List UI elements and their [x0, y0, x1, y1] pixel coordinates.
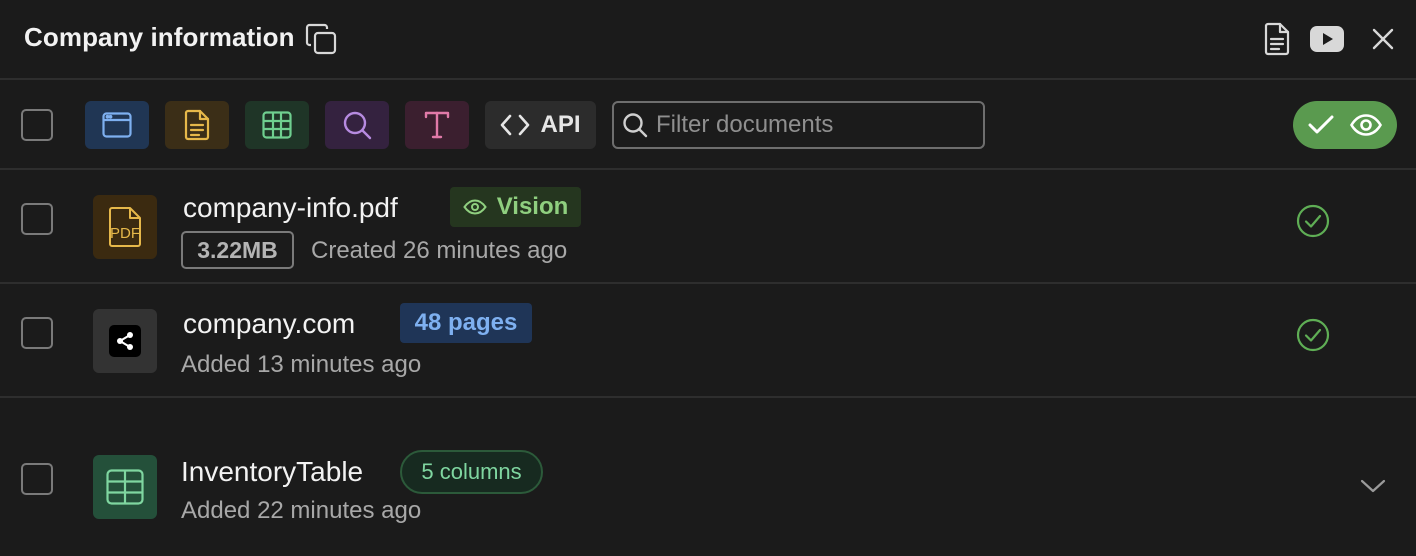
list-item[interactable]: company.com 48 pages Added 13 minutes ag…	[0, 284, 1416, 398]
vision-badge: Vision	[450, 187, 581, 227]
pdf-label: PDF	[110, 225, 140, 242]
close-button[interactable]	[1368, 24, 1398, 54]
list-item[interactable]: InventoryTable 5 columns Added 22 minute…	[0, 398, 1416, 556]
filter-search[interactable]	[612, 101, 985, 149]
video-tutorial-button[interactable]	[1308, 22, 1346, 56]
table-icon	[262, 111, 292, 139]
document-name: InventoryTable	[181, 456, 364, 487]
processed-check-icon	[1296, 204, 1330, 243]
pdf-file-icon: PDF	[93, 195, 157, 259]
processed-check-icon	[1296, 318, 1330, 357]
toolbar: API	[0, 80, 1416, 170]
share-icon	[117, 332, 133, 350]
youtube-icon	[1310, 26, 1344, 52]
add-text-button[interactable]	[405, 101, 469, 149]
document-name: company.com	[183, 308, 356, 339]
api-button[interactable]: API	[485, 101, 596, 149]
filter-documents-input[interactable]	[656, 111, 956, 139]
added-timestamp: Added 22 minutes ago	[181, 497, 422, 524]
search-icon	[343, 111, 372, 140]
eye-icon	[1350, 114, 1382, 136]
pages-badge: 48 pages	[400, 303, 532, 343]
list-item[interactable]: PDF company-info.pdf Vision 3.22MB Creat…	[0, 170, 1416, 284]
panel-header: Company information	[0, 0, 1416, 80]
check-icon	[1308, 115, 1334, 134]
document-icon	[1264, 22, 1290, 56]
row-checkbox[interactable]	[21, 203, 53, 235]
columns-badge: 5 columns	[400, 450, 543, 494]
website-file-icon	[93, 309, 157, 373]
close-icon	[1372, 28, 1394, 50]
add-table-button[interactable]	[245, 101, 309, 149]
file-size-badge: 3.22MB	[181, 231, 294, 269]
copy-button[interactable]	[304, 22, 338, 56]
created-timestamp: Created 26 minutes ago	[311, 237, 568, 264]
copy-icon	[305, 23, 337, 55]
browser-window-icon	[102, 112, 132, 138]
table-file-icon	[93, 455, 157, 519]
panel-title: Company information	[24, 22, 295, 52]
eye-icon	[462, 199, 487, 215]
api-label: API	[540, 111, 581, 138]
document-name: company-info.pdf	[183, 192, 398, 223]
text-icon	[424, 111, 450, 139]
row-checkbox[interactable]	[21, 317, 53, 349]
search-icon	[623, 113, 648, 138]
add-website-button[interactable]	[85, 101, 149, 149]
chevron-down-icon	[1360, 479, 1386, 493]
document-icon	[184, 109, 210, 141]
add-search-button[interactable]	[325, 101, 389, 149]
code-icon	[501, 114, 530, 136]
row-checkbox[interactable]	[21, 463, 53, 495]
expand-button[interactable]	[1360, 478, 1388, 496]
add-document-button[interactable]	[165, 101, 229, 149]
approve-visibility-button[interactable]	[1293, 101, 1397, 149]
vision-badge-label: Vision	[496, 193, 569, 220]
select-all-checkbox[interactable]	[21, 109, 53, 141]
added-timestamp: Added 13 minutes ago	[181, 351, 422, 378]
docs-button[interactable]	[1260, 20, 1294, 58]
